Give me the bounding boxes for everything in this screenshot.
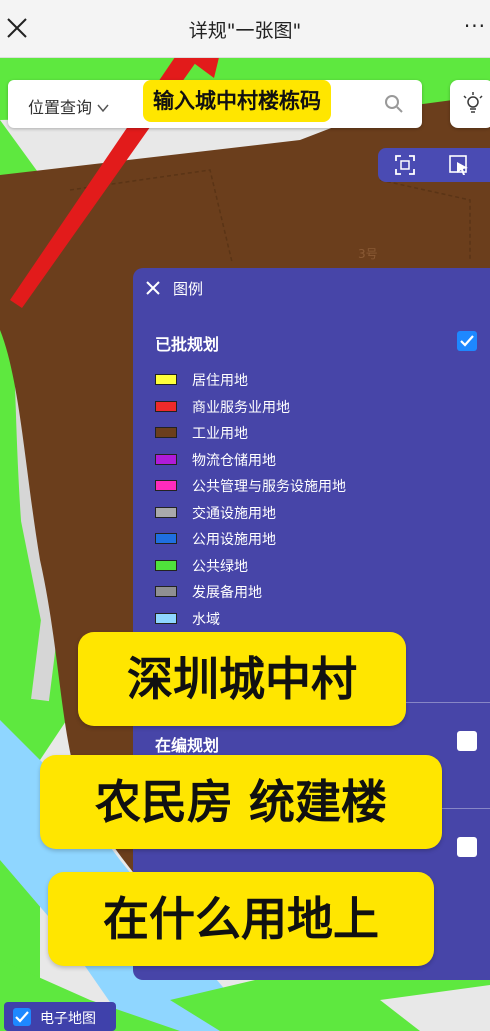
more-icon[interactable]: ··· <box>464 14 486 38</box>
legend-item-label: 水域 <box>192 611 220 628</box>
legend-swatch <box>155 533 177 544</box>
caption-line-1: 深圳城中村 <box>78 632 406 726</box>
legend-swatch <box>155 374 177 385</box>
legend-swatch <box>155 559 177 571</box>
basemap-label: 电子地图 <box>40 1011 96 1027</box>
legend-item: 交通设施用地 <box>155 501 455 525</box>
legend-swatch <box>155 427 177 438</box>
legend-item: 商业服务业用地 <box>155 395 455 419</box>
legend-item-label: 物流仓储用地 <box>192 452 276 469</box>
basemap-toggle[interactable]: 电子地图 <box>4 1002 116 1031</box>
legend-item: 居住用地 <box>155 368 455 392</box>
legend-item-label: 居住用地 <box>192 373 248 389</box>
building-label: 3号 <box>358 247 378 261</box>
map-tool-group <box>378 148 490 182</box>
location-query-dropdown[interactable]: 位置查询 <box>28 94 109 118</box>
title-bar: 详规"一张图" ··· <box>0 0 490 58</box>
caption-line-2: 农民房 统建楼 <box>40 755 442 849</box>
check-icon <box>15 1011 29 1023</box>
lightbulb-button[interactable] <box>450 80 490 128</box>
legend-swatch <box>155 506 177 518</box>
page-title: 详规"一张图" <box>188 20 302 42</box>
lightbulb-icon <box>463 92 483 113</box>
legend-item: 公共绿地 <box>155 554 455 578</box>
approved-plan-checkbox[interactable] <box>457 331 477 351</box>
check-icon <box>460 335 474 347</box>
extra-layer-checkbox[interactable] <box>457 837 477 857</box>
search-icon[interactable] <box>384 94 404 114</box>
legend-close-icon[interactable] <box>146 281 160 295</box>
legend-item-label: 交通设施用地 <box>192 505 276 522</box>
legend-item: 公共管理与服务设施用地 <box>155 474 455 498</box>
legend-swatch <box>155 400 177 412</box>
legend-swatch <box>155 612 177 624</box>
legend-item-label: 商业服务业用地 <box>192 399 290 416</box>
approved-plan-title: 已批规划 <box>155 335 220 354</box>
legend-title: 图例 <box>173 280 204 298</box>
fit-screen-icon[interactable] <box>394 154 416 176</box>
caption-line-3: 在什么用地上 <box>48 872 434 966</box>
legend-swatch <box>155 480 177 491</box>
legend-swatch <box>155 453 177 465</box>
editing-plan-checkbox[interactable] <box>457 731 477 751</box>
legend-item-label: 公共绿地 <box>192 558 248 575</box>
legend-item: 发展备用地 <box>155 580 455 604</box>
chevron-down-icon <box>97 104 109 113</box>
legend-item: 水域 <box>155 607 455 631</box>
legend-item-label: 发展备用地 <box>192 585 262 601</box>
legend-item-label: 工业用地 <box>192 426 248 442</box>
search-annotation: 输入城中村楼栋码 <box>143 80 331 122</box>
legend-swatch <box>155 586 177 597</box>
legend-item-label: 公用设施用地 <box>192 532 276 548</box>
select-cursor-icon[interactable] <box>448 154 470 176</box>
legend-item-label: 公共管理与服务设施用地 <box>192 479 346 495</box>
legend-item: 公用设施用地 <box>155 527 455 551</box>
legend-item: 物流仓储用地 <box>155 448 455 472</box>
editing-plan-title: 在编规划 <box>155 736 220 755</box>
basemap-checkbox[interactable] <box>13 1008 31 1026</box>
location-query-label: 位置查询 <box>28 98 93 117</box>
legend-item: 工业用地 <box>155 421 455 445</box>
